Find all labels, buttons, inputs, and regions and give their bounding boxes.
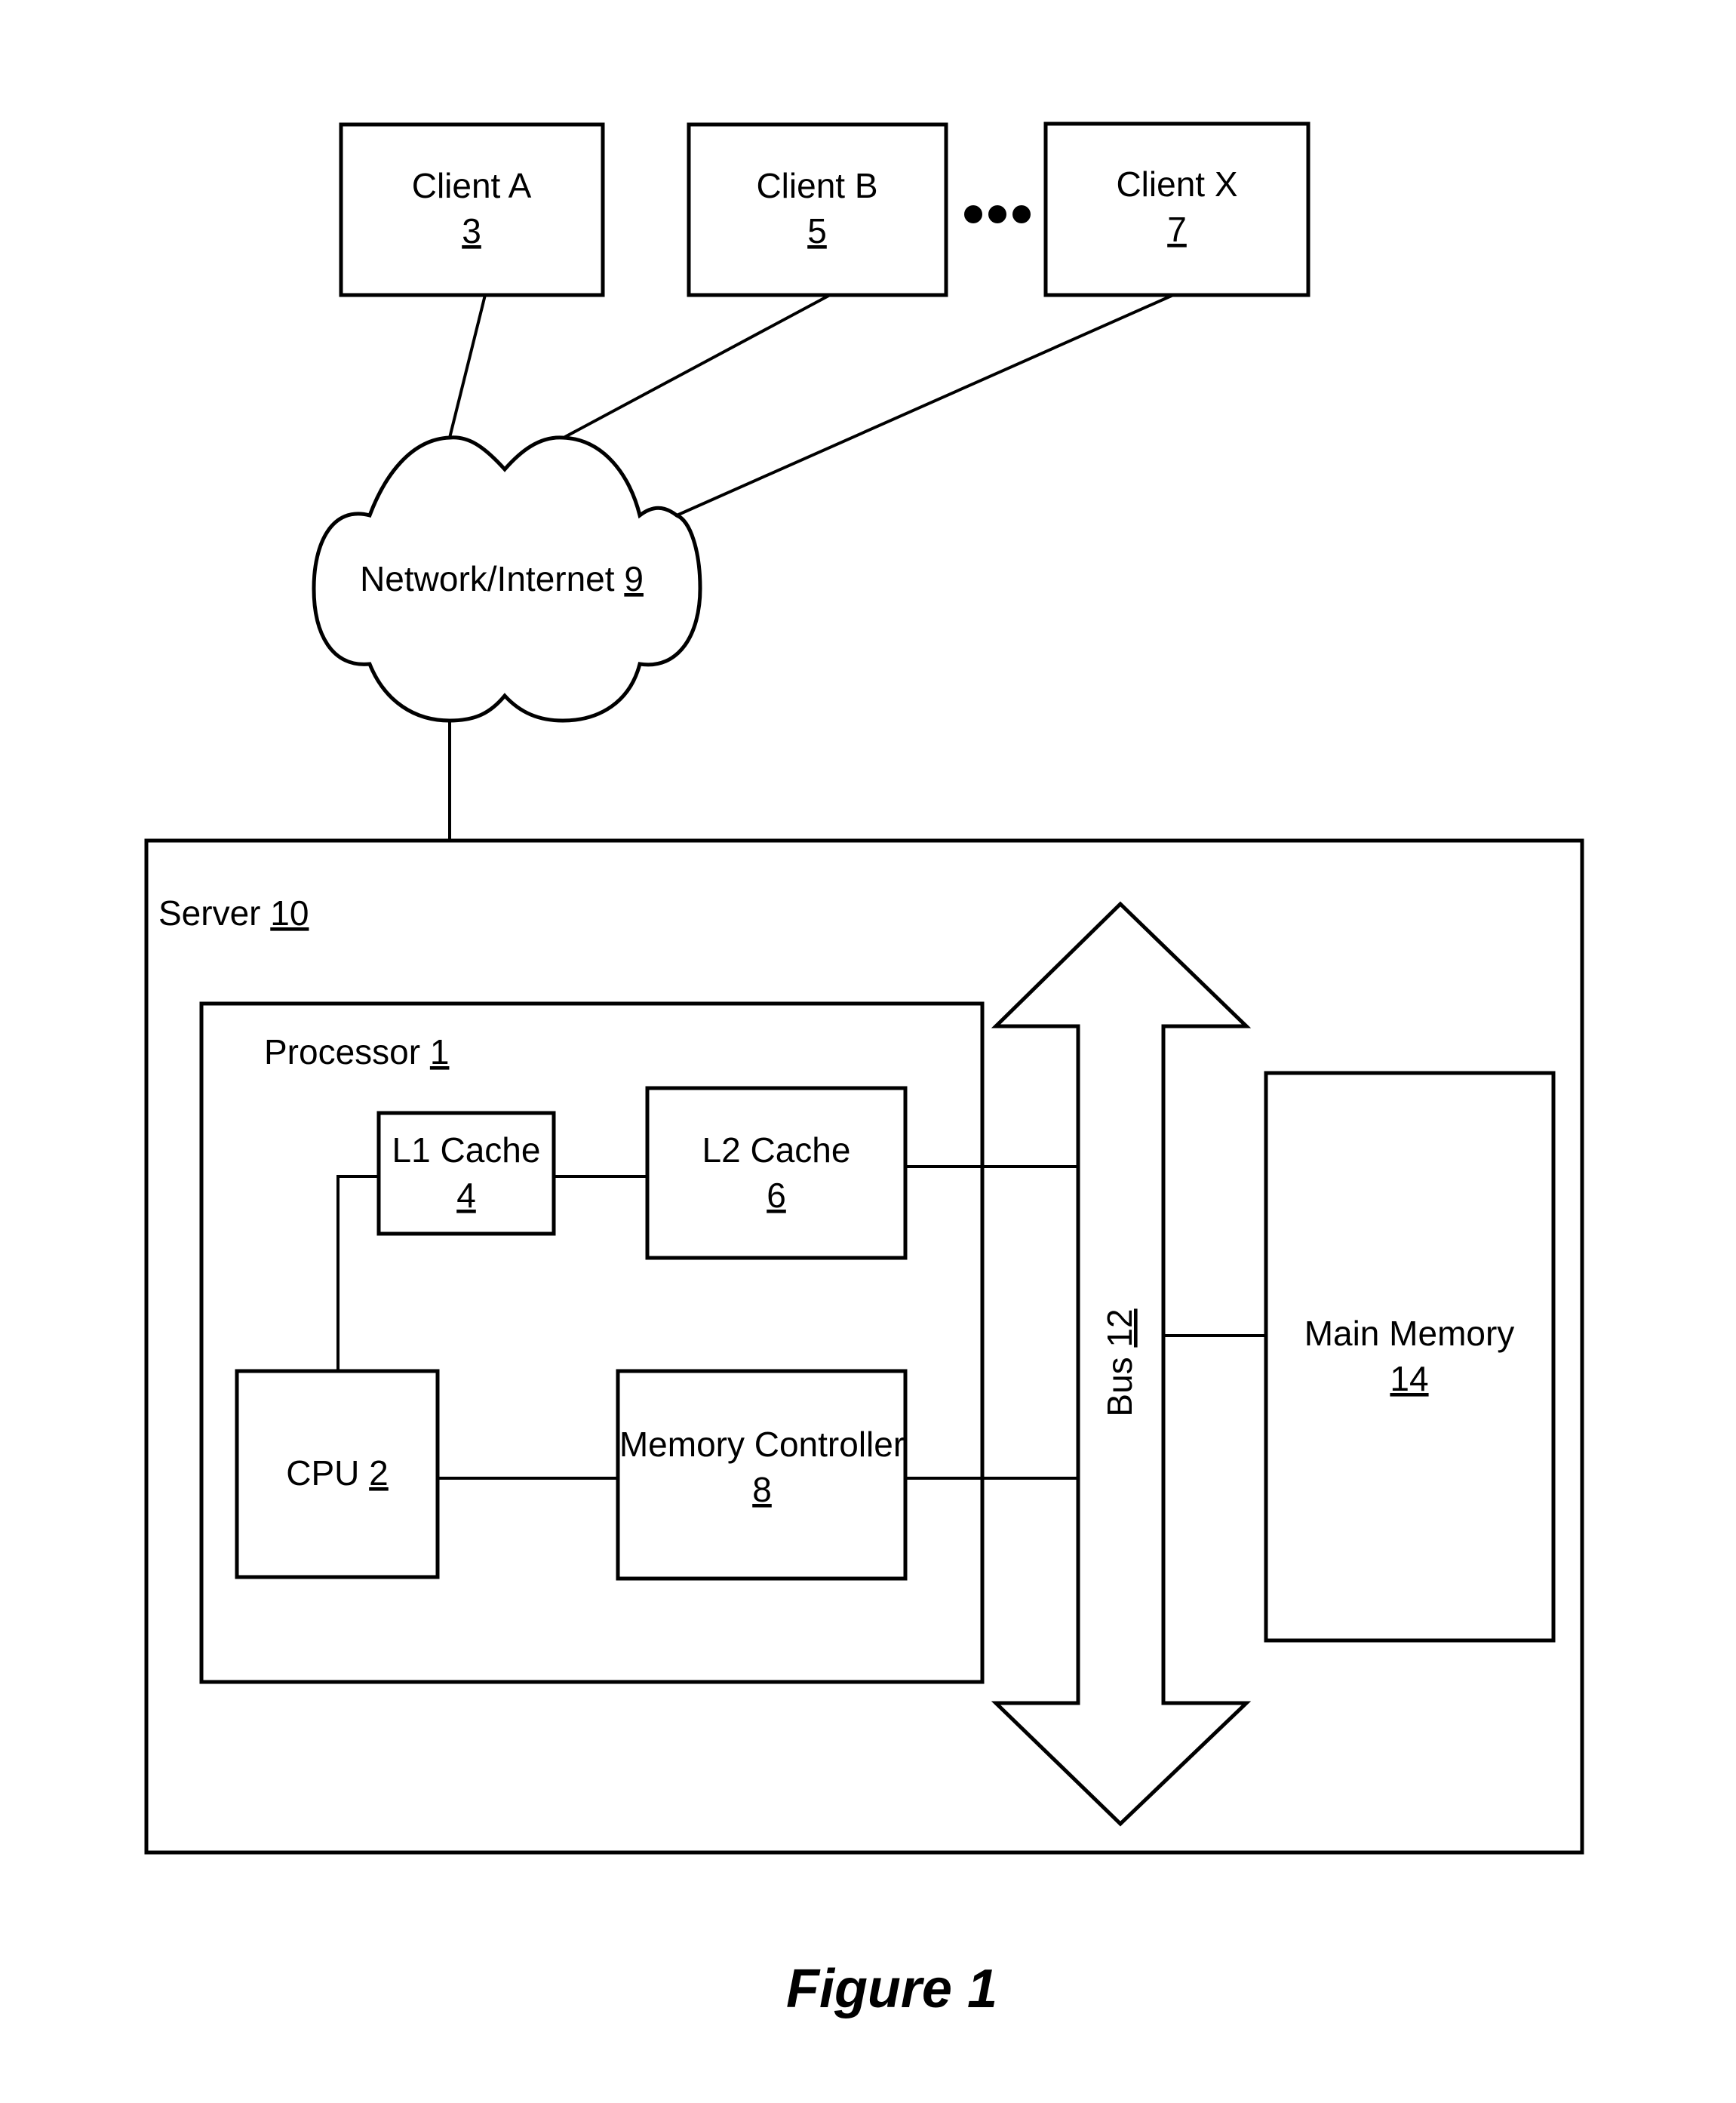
l1-cache-box: L1 Cache 4 xyxy=(376,1111,556,1236)
memory-controller-box: Memory Controller 8 xyxy=(616,1369,908,1581)
ellipsis-dot xyxy=(964,205,982,223)
client-x-ref: 7 xyxy=(1167,210,1187,249)
link-client-b-network xyxy=(563,294,831,439)
figure-canvas: Client A 3 Client B 5 Client X 7 Network… xyxy=(0,0,1736,2103)
client-x-label: Client X xyxy=(1116,164,1237,204)
processor-label: Processor 1 xyxy=(264,1032,449,1071)
bus-name: Bus xyxy=(1100,1357,1139,1416)
client-x-box: Client X 7 xyxy=(1043,121,1310,297)
client-a-label: Client A xyxy=(412,166,532,205)
l1-cache-label: L1 Cache xyxy=(392,1130,541,1170)
server-label: Server 10 xyxy=(158,893,309,933)
memory-controller-ref: 8 xyxy=(752,1470,772,1509)
link-client-x-network xyxy=(676,294,1174,517)
l2-cache-label: L2 Cache xyxy=(702,1130,851,1170)
main-memory-box: Main Memory 14 xyxy=(1264,1071,1556,1643)
client-a-box: Client A 3 xyxy=(339,122,605,297)
cpu-ref: 2 xyxy=(369,1453,389,1493)
cpu-name: CPU xyxy=(286,1453,359,1493)
network-label: Network/Internet 9 xyxy=(360,559,644,598)
l1-cache-ref: 4 xyxy=(456,1176,476,1215)
ellipsis-dot xyxy=(1012,205,1031,223)
cpu-label: CPU 2 xyxy=(286,1453,389,1493)
client-a-ref: 3 xyxy=(462,211,481,251)
main-memory-ref: 14 xyxy=(1390,1359,1428,1398)
system-diagram: Client A 3 Client B 5 Client X 7 Network… xyxy=(144,121,1584,2019)
bus-label: Bus 12 xyxy=(1100,1308,1139,1416)
network-name: Network/Internet xyxy=(360,559,615,598)
network-ref: 9 xyxy=(624,559,644,598)
figure-caption: Figure 1 xyxy=(786,1959,997,2019)
bus-ref: 12 xyxy=(1100,1308,1139,1347)
link-client-a-network xyxy=(448,294,487,438)
client-b-ref: 5 xyxy=(807,211,827,251)
client-b-label: Client B xyxy=(756,166,877,205)
l2-cache-box: L2 Cache 6 xyxy=(645,1086,908,1260)
cpu-box: CPU 2 xyxy=(235,1369,440,1579)
ellipsis-dot xyxy=(988,205,1006,223)
main-memory-label: Main Memory xyxy=(1304,1314,1515,1353)
l2-cache-ref: 6 xyxy=(767,1176,786,1215)
ellipsis-dots xyxy=(964,205,1031,223)
client-b-box: Client B 5 xyxy=(687,122,948,297)
server-name: Server xyxy=(158,893,260,933)
server-ref: 10 xyxy=(270,893,309,933)
memory-controller-label: Memory Controller xyxy=(619,1425,905,1464)
processor-name: Processor xyxy=(264,1032,420,1071)
network-cloud: Network/Internet 9 xyxy=(312,435,702,723)
processor-ref: 1 xyxy=(430,1032,450,1071)
